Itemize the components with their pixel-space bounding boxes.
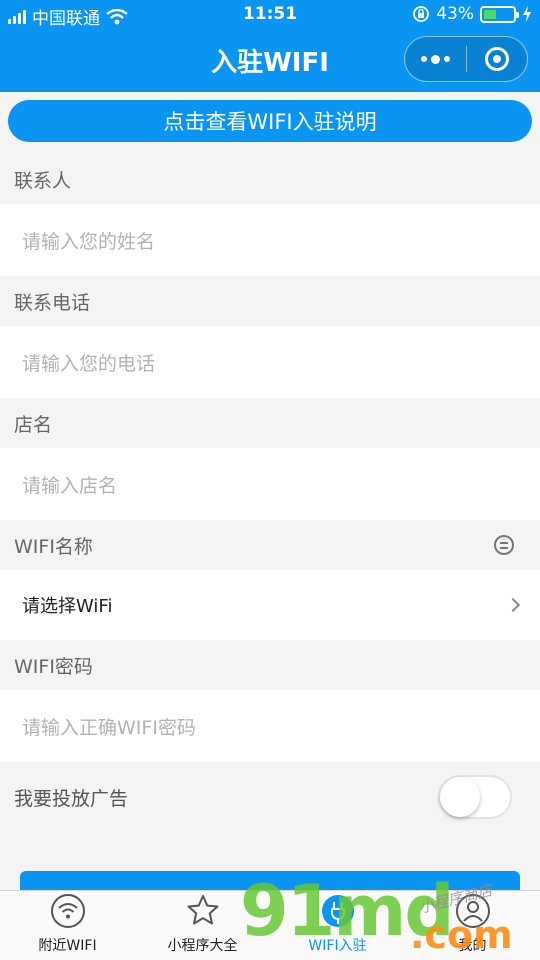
tab-nearby-wifi[interactable]: 附近WIFI (0, 891, 135, 960)
tab-label: 我的 (458, 938, 487, 954)
status-bar: 中国联通 11:51 43% (0, 0, 540, 30)
target-icon (484, 47, 509, 71)
wifi-password-label: WIFI密码 (0, 640, 540, 690)
more-button[interactable] (405, 37, 466, 81)
status-right: 43% (412, 4, 532, 24)
plug-icon (321, 895, 354, 927)
tab-label: WIFI入驻 (308, 938, 367, 954)
close-miniprogram-button[interactable] (467, 37, 528, 81)
more-icon (420, 54, 450, 64)
miniprogram-capsule (404, 36, 528, 82)
tab-wifi-join[interactable]: WIFI入驻 (270, 891, 405, 960)
wifi-password-input[interactable]: 请输入正确WIFI密码 (0, 690, 540, 762)
nav-bar: 入驻WIFI (0, 30, 540, 92)
shop-name-label: 店名 (0, 398, 540, 448)
phone-input[interactable]: 请输入您的电话 (0, 326, 540, 398)
tab-miniprogram-directory[interactable]: 小程序大全 (135, 891, 270, 960)
tab-label: 附近WIFI (38, 938, 97, 954)
tab-label: 小程序大全 (167, 938, 238, 954)
rotation-lock-icon (413, 6, 430, 22)
battery-percent: 43% (436, 4, 474, 24)
wifi-icon (50, 894, 85, 928)
wifi-select-value: 请选择WiFi (22, 596, 113, 617)
star-icon (187, 895, 218, 925)
chevron-right-icon (505, 597, 521, 613)
contact-name-input[interactable]: 请输入您的姓名 (0, 204, 540, 276)
contact-label: 联系人 (0, 154, 540, 204)
ad-toggle-label: 我要投放广告 (14, 787, 129, 810)
phone-label: 联系电话 (0, 276, 540, 326)
refresh-icon[interactable] (494, 535, 514, 555)
ad-toggle-switch[interactable] (438, 775, 512, 819)
toggle-knob (440, 777, 480, 817)
battery-icon (480, 5, 519, 23)
user-icon (455, 894, 490, 928)
form-content: 点击查看WIFI入驻说明 联系人 请输入您的姓名 联系电话 请输入您的电话 店名… (0, 92, 540, 832)
tab-bar: 附近WIFI 小程序大全 WIFI入驻 我的 (0, 890, 540, 960)
wifi-name-label: WIFI名称 (14, 535, 93, 558)
tab-mine[interactable]: 我的 (405, 891, 540, 960)
wifi-name-header: WIFI名称 (0, 520, 540, 570)
charging-icon (523, 6, 531, 22)
ad-toggle-row: 我要投放广告 (0, 762, 540, 832)
wifi-select[interactable]: 请选择WiFi (0, 570, 540, 640)
view-instructions-button[interactable]: 点击查看WIFI入驻说明 (8, 100, 532, 142)
shop-name-input[interactable]: 请输入店名 (0, 448, 540, 520)
